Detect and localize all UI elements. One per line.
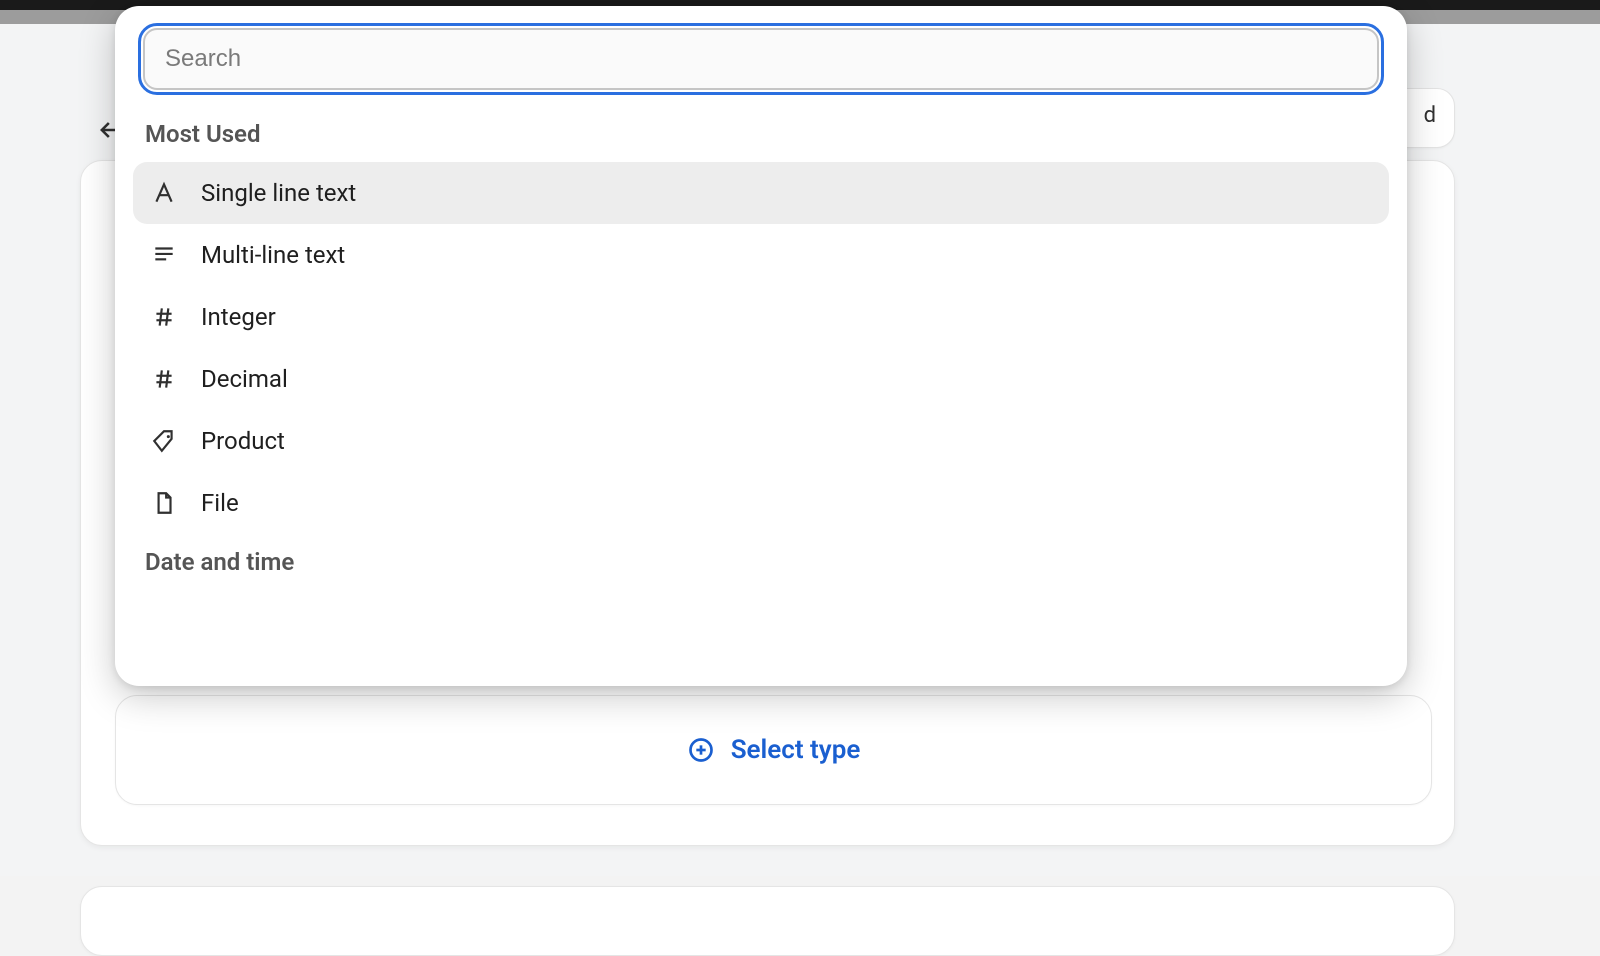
option-label: Product bbox=[201, 427, 285, 455]
select-type-label: Select type bbox=[731, 735, 861, 765]
hash-icon bbox=[149, 302, 179, 332]
paragraph-lines-icon bbox=[149, 240, 179, 270]
field-type-picker-popover: Most Used Single line text Multi-line te… bbox=[115, 6, 1407, 686]
option-label: File bbox=[201, 489, 239, 517]
option-file[interactable]: File bbox=[133, 472, 1389, 534]
search-input[interactable] bbox=[143, 28, 1379, 90]
section-header-date-time: Date and time bbox=[131, 534, 1391, 590]
letter-a-icon bbox=[149, 178, 179, 208]
option-decimal[interactable]: Decimal bbox=[133, 348, 1389, 410]
most-used-options-list: Single line text Multi-line text Integer… bbox=[131, 162, 1391, 534]
select-type-button[interactable]: Select type bbox=[115, 695, 1432, 805]
secondary-card bbox=[80, 886, 1455, 956]
option-label: Multi-line text bbox=[201, 241, 345, 269]
option-label: Integer bbox=[201, 303, 276, 331]
option-label: Decimal bbox=[201, 365, 288, 393]
file-icon bbox=[149, 488, 179, 518]
option-single-line-text[interactable]: Single line text bbox=[133, 162, 1389, 224]
section-header-most-used: Most Used bbox=[131, 90, 1391, 162]
plus-circle-icon bbox=[687, 736, 715, 764]
hash-icon bbox=[149, 364, 179, 394]
option-product[interactable]: Product bbox=[133, 410, 1389, 472]
header-text-fragment: d bbox=[1424, 103, 1436, 128]
option-multi-line-text[interactable]: Multi-line text bbox=[133, 224, 1389, 286]
option-integer[interactable]: Integer bbox=[133, 286, 1389, 348]
tag-icon bbox=[149, 426, 179, 456]
option-label: Single line text bbox=[201, 179, 356, 207]
